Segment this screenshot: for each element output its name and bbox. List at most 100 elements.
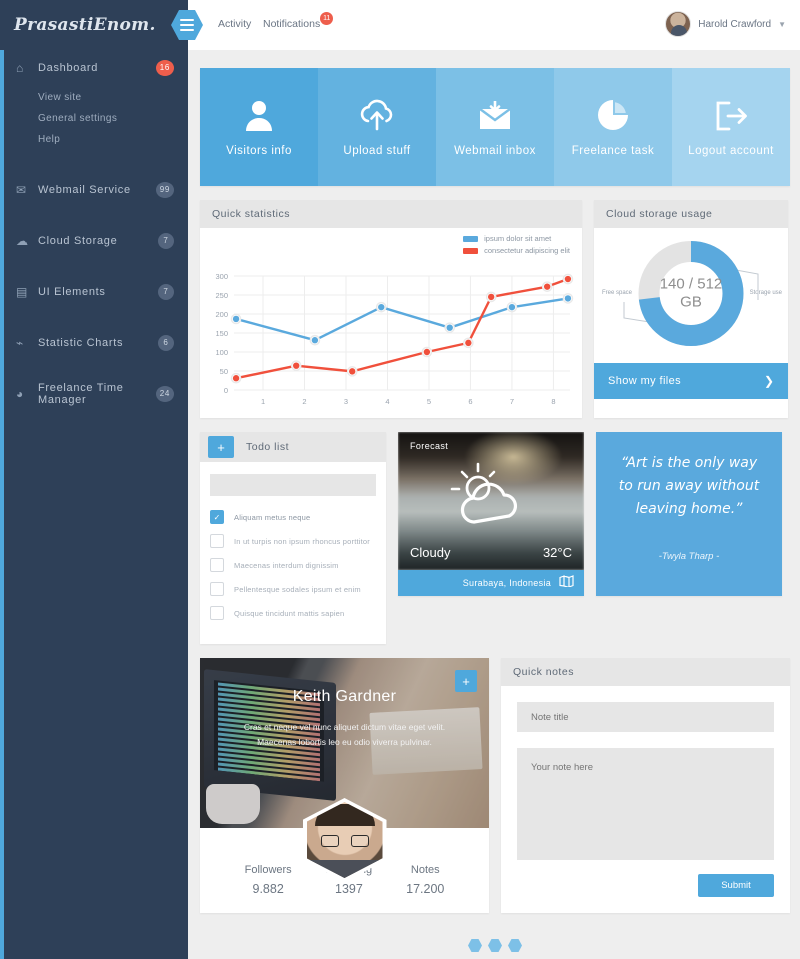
storage-unit: GB xyxy=(680,293,702,310)
todo-item[interactable]: Pellentesque sodales ipsum et enim xyxy=(210,582,376,596)
nav-item-activity[interactable]: Activity xyxy=(218,18,251,30)
pager-dot[interactable] xyxy=(508,939,522,952)
svg-text:5: 5 xyxy=(427,397,431,406)
todo-item-label: In ut turpis non ipsum rhoncus porttitor xyxy=(234,536,370,546)
forecast-temperature: 32°C xyxy=(542,545,572,560)
stat-label: Notes xyxy=(410,864,440,876)
donut-chart: Free space Storage use 140 / 512 GB xyxy=(594,228,788,363)
stat-value: 9.882 xyxy=(252,882,284,896)
show-my-files-button[interactable]: Show my files ❯ xyxy=(594,363,788,399)
sidebar-item-label: Webmail Service xyxy=(38,183,131,196)
sidebar-subitem-view-site[interactable]: View site xyxy=(38,87,188,108)
tile-label: Visitors info xyxy=(226,145,292,157)
note-body-textarea[interactable] xyxy=(517,748,774,860)
todo-item-label: Pellentesque sodales ipsum et enim xyxy=(234,584,361,594)
legend-entry: ipsum dolor sit amet xyxy=(463,234,570,243)
notification-badge: 11 xyxy=(320,12,334,25)
donut-center-text: 140 / 512 GB xyxy=(635,237,747,349)
status-badge: 24 xyxy=(155,385,174,402)
note-title-input[interactable] xyxy=(517,702,774,732)
forecast-footer[interactable]: Surabaya, Indonesia xyxy=(398,570,584,596)
todo-item[interactable]: In ut turpis non ipsum rhoncus porttitor xyxy=(210,534,376,548)
svg-text:3: 3 xyxy=(344,397,348,406)
todo-body: ✓ Aliquam metus neque In ut turpis non i… xyxy=(200,462,386,644)
tile-label: Upload stuff xyxy=(343,145,411,157)
svg-text:6: 6 xyxy=(468,397,472,406)
stats-row: Quick statistics ipsum dolor sit amet co… xyxy=(200,200,790,418)
quote-text: “Art is the only way to run away without… xyxy=(618,455,760,518)
sidebar-item-dashboard[interactable]: ⌂ Dashboard 16 xyxy=(0,50,188,85)
quick-statistics-card: Quick statistics ipsum dolor sit amet co… xyxy=(200,200,582,418)
pie-chart-icon xyxy=(597,97,629,131)
widgets-row: + Todo list ✓ Aliquam metus neque In ut … xyxy=(200,432,790,644)
sidebar-item-label: Statistic Charts xyxy=(38,336,124,349)
submit-button[interactable]: Submit xyxy=(698,874,774,897)
tile-logout-account[interactable]: Logout account xyxy=(672,68,790,186)
checkbox-icon[interactable] xyxy=(210,582,224,596)
pager-dot[interactable] xyxy=(488,939,502,952)
pager-dot[interactable] xyxy=(468,939,482,952)
status-badge: 16 xyxy=(155,59,174,76)
todo-item[interactable]: ✓ Aliquam metus neque xyxy=(210,510,376,524)
checkbox-icon[interactable] xyxy=(210,606,224,620)
user-menu[interactable]: Harold Crawford ▼ xyxy=(665,11,786,37)
topbar: Activity Notifications 11 Harold Crawfor… xyxy=(188,0,800,50)
sidebar-item-webmail-service[interactable]: ✉ Webmail Service 99 xyxy=(0,172,188,207)
tile-webmail-inbox[interactable]: Webmail inbox xyxy=(436,68,554,186)
sidebar-item-label: Cloud Storage xyxy=(38,234,118,247)
status-badge: 7 xyxy=(158,232,174,249)
sidebar: PrasastiEnom. ⌂ Dashboard 16 View site G… xyxy=(0,0,188,959)
add-profile-button[interactable]: + xyxy=(455,670,477,692)
sidebar-item-freelance-time-manager[interactable]: ◕ Freelance Time Manager 24 xyxy=(0,376,188,411)
checkbox-icon[interactable] xyxy=(210,534,224,548)
stat-value: 17.200 xyxy=(406,882,445,896)
card-title: Cloud storage usage xyxy=(594,200,788,228)
hamburger-line xyxy=(180,19,194,21)
quick-notes-body: Submit xyxy=(501,686,790,897)
sidebar-subitem-general-settings[interactable]: General settings xyxy=(38,108,188,129)
tile-upload-stuff[interactable]: Upload stuff xyxy=(318,68,436,186)
profile-notes-row: Keith Gardner Cras et neque vel nunc ali… xyxy=(200,658,790,913)
mail-download-icon xyxy=(478,97,512,131)
todo-item-label: Quisque tincidunt mattis sapien xyxy=(234,608,345,618)
checkbox-icon[interactable] xyxy=(210,558,224,572)
profile-card: Keith Gardner Cras et neque vel nunc ali… xyxy=(200,658,489,913)
sidebar-item-ui-elements[interactable]: ▤ UI Elements 7 xyxy=(0,274,188,309)
home-icon: ⌂ xyxy=(16,60,24,75)
nav-item-notifications[interactable]: Notifications 11 xyxy=(263,12,334,30)
tile-freelance-task[interactable]: Freelance task xyxy=(554,68,672,186)
todo-item[interactable]: Maecenas interdum dignissim xyxy=(210,558,376,572)
legend-label: consectetur adipiscing elit xyxy=(484,246,570,255)
app-logo[interactable]: PrasastiEnom. xyxy=(0,0,188,50)
forecast-card: Forecast Cloudy 32°C Surabaya, Indonesia xyxy=(398,432,584,596)
map-icon[interactable] xyxy=(559,574,574,592)
envelope-icon: ✉ xyxy=(16,182,27,197)
svg-text:7: 7 xyxy=(510,397,514,406)
checkbox-checked-icon[interactable]: ✓ xyxy=(210,510,224,524)
sidebar-submenu-dashboard: View site General settings Help xyxy=(0,85,188,156)
sidebar-item-label: Freelance Time Manager xyxy=(38,381,124,406)
avatar xyxy=(665,11,692,37)
stat-label: Followers xyxy=(244,864,292,876)
todo-input[interactable] xyxy=(210,474,376,496)
cloud-storage-card: Cloud storage usage Free space Storage u… xyxy=(594,200,788,418)
stat-notes: Notes 17.200 xyxy=(406,864,444,896)
carousel-pager xyxy=(200,939,790,952)
profile-name: Keith Gardner xyxy=(292,688,397,705)
sidebar-item-cloud-storage[interactable]: ☁ Cloud Storage 7 xyxy=(0,223,188,258)
svg-text:8: 8 xyxy=(551,397,555,406)
sidebar-item-statistic-charts[interactable]: ⌁ Statistic Charts 6 xyxy=(0,325,188,360)
tile-visitors-info[interactable]: Visitors info xyxy=(200,68,318,186)
sidebar-subitem-help[interactable]: Help xyxy=(38,129,188,150)
card-title: Quick notes xyxy=(501,658,790,686)
svg-text:150: 150 xyxy=(215,329,228,338)
add-todo-button[interactable]: + xyxy=(208,436,234,458)
todo-item[interactable]: Quisque tincidunt mattis sapien xyxy=(210,606,376,620)
cloud-icon: ☁ xyxy=(16,233,29,248)
svg-text:50: 50 xyxy=(220,367,228,376)
button-label: Show my files xyxy=(608,375,682,387)
status-badge: 7 xyxy=(158,283,174,300)
